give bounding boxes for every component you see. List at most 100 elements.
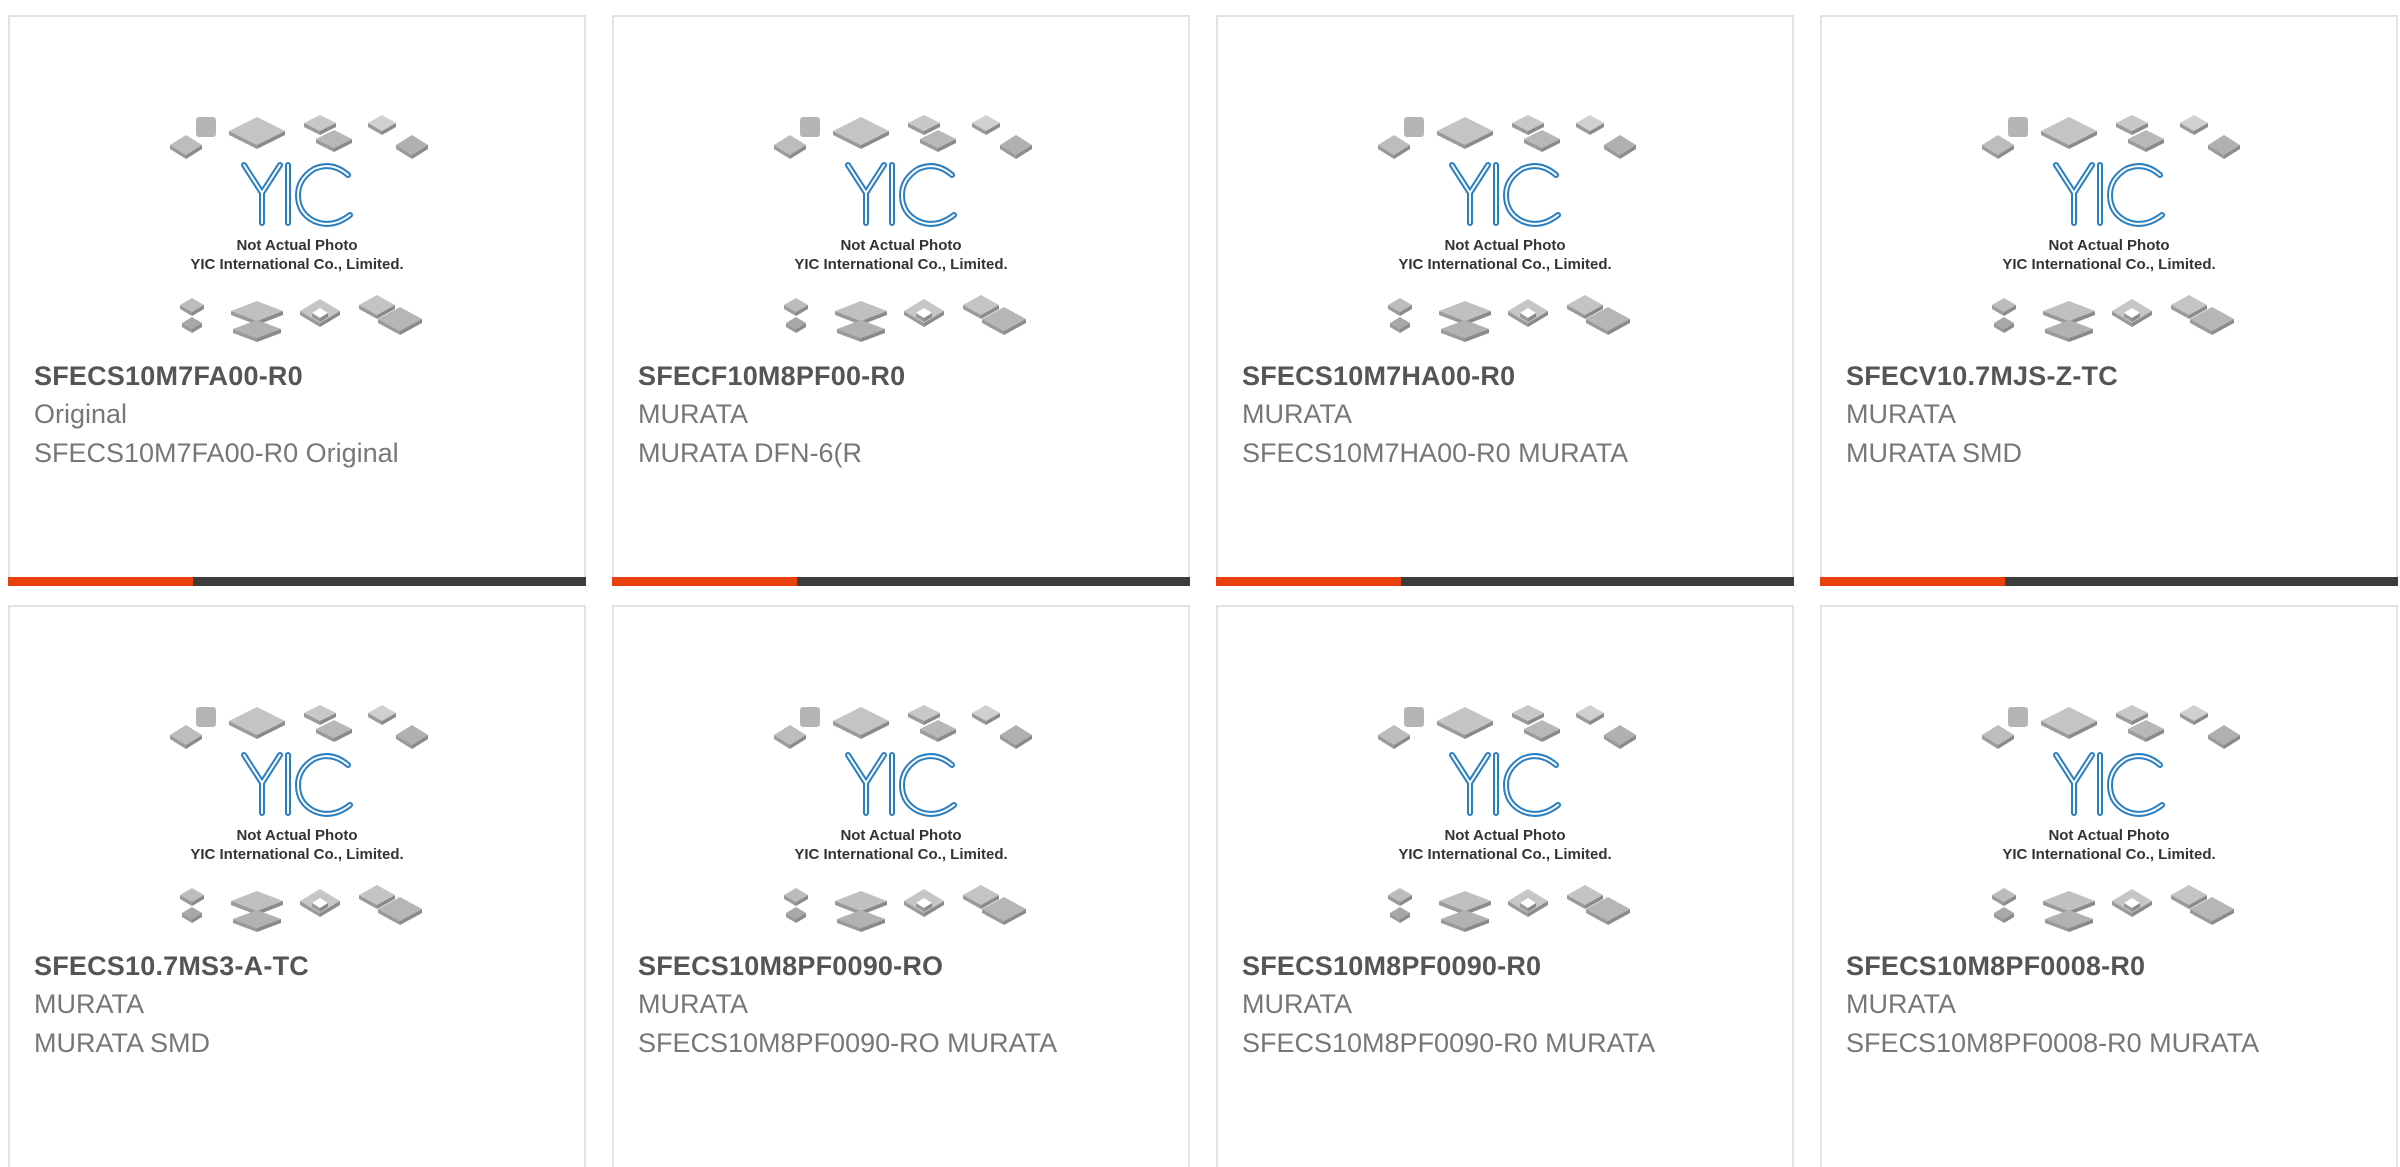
product-image-placeholder[interactable]: Not Actual Photo YIC International Co., L… [162,105,432,345]
product-image-placeholder[interactable]: Not Actual Photo YIC International Co., L… [766,105,1036,345]
chip-package-icon [180,298,204,316]
part-number[interactable]: SFECV10.7MJS-Z-TC [1846,361,2118,392]
placeholder-graphic: Not Actual Photo YIC International Co., L… [170,705,428,932]
chip-package-icon [1576,705,1604,725]
chip-package-icon [833,707,889,739]
card-progress-fill [1216,577,1401,586]
chip-package-icon [229,707,285,739]
chip-package-icon [368,705,396,725]
yic-logo [845,162,957,227]
manufacturer: MURATA [34,989,144,1019]
manufacturer: MURATA [1846,399,1956,429]
chip-package-icon [1604,135,1636,159]
manufacturer: MURATA [638,399,748,429]
placeholder-graphic: Not Actual Photo YIC International Co., L… [1982,115,2240,342]
product-description: MURATA DFN-6(R [638,438,862,468]
part-number[interactable]: SFECS10.7MS3-A-TC [34,951,309,982]
chip-package-icon [833,117,889,149]
part-number[interactable]: SFECF10M8PF00-R0 [638,361,905,392]
product-description: SFECS10M8PF0090-RO MURATA [638,1028,1058,1058]
chip-package-icon [1378,725,1410,749]
placeholder-caption-line1: Not Actual Photo [1444,827,1565,844]
card-progress-fill [612,577,797,586]
chip-package-icon [1388,298,1412,316]
chip-package-icon [972,115,1000,135]
yic-logo [2053,162,2165,227]
chip-package-icon [2008,707,2028,727]
chip-package-icon [1576,115,1604,135]
product-image-placeholder[interactable]: Not Actual Photo YIC International Co., L… [1974,105,2244,345]
chip-package-icon [837,910,885,932]
chip-package-icon [786,907,806,923]
product-card[interactable]: Not Actual Photo YIC International Co., L… [1216,605,1794,1167]
product-card[interactable]: Not Actual Photo YIC International Co., L… [1820,15,2398,586]
placeholder-graphic: Not Actual Photo YIC International Co., L… [774,705,1032,932]
placeholder-caption-line2: YIC International Co., Limited. [190,846,403,863]
part-number[interactable]: SFECS10M7FA00-R0 [34,361,303,392]
placeholder-caption-line1: Not Actual Photo [1444,237,1565,254]
placeholder-caption-line2: YIC International Co., Limited. [794,256,1007,273]
yic-logo [2053,752,2165,817]
placeholder-caption-line2: YIC International Co., Limited. [1398,846,1611,863]
chip-package-icon [1437,117,1493,149]
product-image-placeholder[interactable]: Not Actual Photo YIC International Co., L… [1974,695,2244,935]
chip-package-icon [786,317,806,333]
product-description: SFECS10M7HA00-R0 MURATA [1242,438,1629,468]
product-image-placeholder[interactable]: Not Actual Photo YIC International Co., L… [766,695,1036,935]
chip-package-icon [1992,298,2016,316]
product-card[interactable]: Not Actual Photo YIC International Co., L… [8,605,586,1167]
product-card[interactable]: Not Actual Photo YIC International Co., L… [8,15,586,586]
placeholder-caption-line1: Not Actual Photo [2048,827,2169,844]
chip-package-icon [1982,135,2014,159]
chip-package-icon [1992,888,2016,906]
card-progress-bar [8,577,586,586]
product-description: MURATA SMD [1846,438,2023,468]
chip-package-icon [1390,907,1410,923]
part-number[interactable]: SFECS10M8PF0090-R0 [1242,951,1541,982]
chip-package-icon [180,888,204,906]
chip-package-icon [229,117,285,149]
chip-package-icon [784,888,808,906]
chip-package-icon [1441,320,1489,342]
chip-package-icon [784,298,808,316]
product-card[interactable]: Not Actual Photo YIC International Co., L… [1820,605,2398,1167]
product-image-placeholder[interactable]: Not Actual Photo YIC International Co., L… [1370,105,1640,345]
chip-package-icon [2208,725,2240,749]
card-progress-fill [1820,577,2005,586]
part-number[interactable]: SFECS10M8PF0008-R0 [1846,951,2145,982]
chip-package-icon [1604,725,1636,749]
chip-package-icon [800,707,820,727]
product-image-placeholder[interactable]: Not Actual Photo YIC International Co., L… [162,695,432,935]
product-card[interactable]: Not Actual Photo YIC International Co., L… [612,605,1190,1167]
manufacturer: MURATA [1242,989,1352,1019]
chip-package-icon [1982,725,2014,749]
chip-package-icon [1000,725,1032,749]
placeholder-graphic: Not Actual Photo YIC International Co., L… [1378,115,1636,342]
chip-package-icon [1404,707,1424,727]
yic-logo [1449,162,1561,227]
placeholder-caption-line1: Not Actual Photo [236,237,357,254]
chip-package-icon [196,707,216,727]
chip-package-icon [233,320,281,342]
product-description: MURATA SMD [34,1028,211,1058]
placeholder-graphic: Not Actual Photo YIC International Co., L… [170,115,428,342]
yic-logo [241,162,353,227]
part-number[interactable]: SFECS10M7HA00-R0 [1242,361,1515,392]
placeholder-caption-line2: YIC International Co., Limited. [2002,256,2215,273]
chip-package-icon [170,725,202,749]
placeholder-caption-line1: Not Actual Photo [2048,237,2169,254]
part-number[interactable]: SFECS10M8PF0090-RO [638,951,943,982]
placeholder-caption-line2: YIC International Co., Limited. [794,846,1007,863]
placeholder-caption-line1: Not Actual Photo [840,237,961,254]
placeholder-caption-line2: YIC International Co., Limited. [2002,846,2215,863]
chip-package-icon [800,117,820,137]
chip-package-icon [2180,705,2208,725]
yic-logo [241,752,353,817]
product-grid: Not Actual Photo YIC International Co., L… [0,0,2400,1167]
product-card[interactable]: Not Actual Photo YIC International Co., L… [1216,15,1794,586]
product-image-placeholder[interactable]: Not Actual Photo YIC International Co., L… [1370,695,1640,935]
product-description: SFECS10M8PF0008-R0 MURATA [1846,1028,2260,1058]
chip-package-icon [2041,117,2097,149]
manufacturer: MURATA [1242,399,1352,429]
product-card[interactable]: Not Actual Photo YIC International Co., L… [612,15,1190,586]
